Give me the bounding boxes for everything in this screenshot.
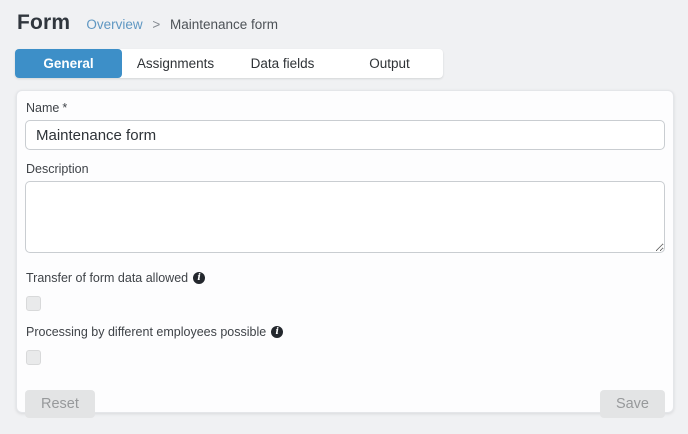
save-button[interactable]: Save: [599, 390, 665, 418]
transfer-checkbox[interactable]: [26, 296, 41, 311]
info-icon: i: [271, 326, 284, 338]
processing-label-text: Processing by different employees possib…: [26, 325, 267, 339]
name-label: Name *: [26, 101, 665, 115]
breadcrumb: Overview > Maintenance form: [86, 17, 278, 32]
info-icon: i: [193, 272, 206, 284]
breadcrumb-separator: >: [152, 17, 161, 32]
tab-data-fields[interactable]: Data fields: [229, 49, 336, 78]
tab-assignments[interactable]: Assignments: [122, 49, 229, 78]
page-title: Form: [17, 11, 71, 34]
description-label: Description: [26, 162, 665, 176]
description-label-text: Description: [26, 162, 89, 176]
reset-button[interactable]: Reset: [25, 390, 95, 418]
processing-label: Processing by different employees possib…: [26, 325, 665, 339]
tab-bar: General Assignments Data fields Output: [15, 49, 443, 78]
breadcrumb-current: Maintenance form: [170, 17, 279, 32]
name-input[interactable]: [25, 120, 665, 150]
breadcrumb-overview-link[interactable]: Overview: [86, 17, 142, 32]
button-row: Reset Save: [25, 390, 665, 418]
transfer-label: Transfer of form data allowed i: [26, 271, 665, 285]
page-header: Form Overview > Maintenance form: [0, 0, 688, 35]
tab-general[interactable]: General: [15, 49, 122, 78]
required-marker: *: [62, 101, 68, 115]
form-card: Name * Description Transfer of form data…: [16, 90, 674, 418]
transfer-label-text: Transfer of form data allowed: [26, 271, 189, 285]
processing-checkbox[interactable]: [26, 350, 41, 365]
description-textarea[interactable]: [25, 181, 665, 253]
name-label-text: Name: [26, 101, 60, 115]
tab-output[interactable]: Output: [336, 49, 443, 78]
